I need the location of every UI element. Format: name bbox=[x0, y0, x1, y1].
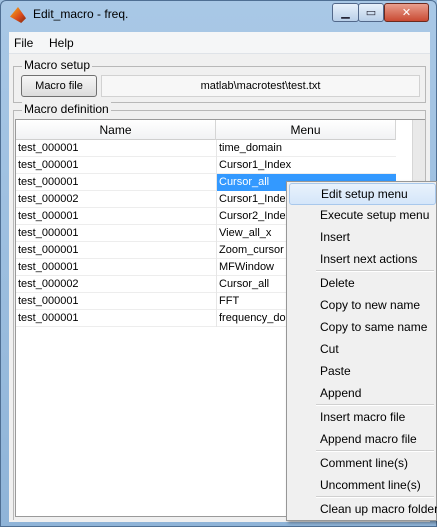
context-menu-cut[interactable]: Cut bbox=[289, 339, 436, 361]
context-menu-insert-macro-file[interactable]: Insert macro file bbox=[289, 407, 436, 429]
context-menu-append[interactable]: Append bbox=[289, 383, 436, 405]
cell-name[interactable]: test_000001 bbox=[18, 142, 216, 154]
menu-help[interactable]: Help bbox=[49, 36, 74, 50]
context-menu-separator bbox=[316, 404, 434, 406]
context-menu-insert[interactable]: Insert bbox=[289, 227, 436, 249]
cell-name[interactable]: test_000002 bbox=[18, 278, 216, 290]
cell-name[interactable]: test_000001 bbox=[18, 312, 216, 324]
macro-definition-legend: Macro definition bbox=[22, 102, 111, 116]
cell-name[interactable]: test_000001 bbox=[18, 295, 216, 307]
title-bar[interactable]: Edit_macro - freq. ▁ ▭ ✕ bbox=[1, 1, 436, 31]
table-row[interactable]: test_000001 time_domain bbox=[16, 140, 396, 157]
cell-menu[interactable]: time_domain bbox=[216, 140, 396, 157]
menu-file[interactable]: File bbox=[14, 36, 33, 50]
maximize-button[interactable]: ▭ bbox=[358, 3, 384, 22]
cell-name[interactable]: test_000001 bbox=[18, 244, 216, 256]
context-menu: Edit setup menu Execute setup menu Insert I… bbox=[286, 181, 437, 521]
context-menu-paste[interactable]: Paste bbox=[289, 361, 436, 383]
context-menu-copy-to-new-name[interactable]: Copy to new name bbox=[289, 295, 436, 317]
column-header-menu[interactable]: Menu bbox=[216, 120, 396, 140]
context-menu-execute-setup-menu[interactable]: Execute setup menu bbox=[289, 205, 436, 227]
table-header: Name Menu bbox=[16, 120, 396, 140]
context-menu-insert-next-actions[interactable]: Insert next actions bbox=[289, 249, 436, 271]
minimize-icon: ▁ bbox=[341, 7, 350, 19]
context-menu-comment-lines[interactable]: Comment line(s) bbox=[289, 453, 436, 475]
cell-name[interactable]: test_000001 bbox=[18, 227, 216, 239]
close-icon: ✕ bbox=[401, 7, 412, 19]
macro-setup-panel: Macro setup Macro file matlab\macrotest\… bbox=[13, 58, 426, 103]
column-header-name[interactable]: Name bbox=[16, 120, 216, 140]
minimize-button[interactable]: ▁ bbox=[332, 3, 359, 22]
maximize-icon: ▭ bbox=[365, 7, 377, 19]
matlab-icon bbox=[10, 7, 26, 23]
table-row[interactable]: test_000001 Cursor1_Index bbox=[16, 157, 396, 174]
context-menu-separator bbox=[316, 270, 434, 272]
macro-file-path: matlab\macrotest\test.txt bbox=[101, 75, 420, 97]
context-menu-separator bbox=[316, 450, 434, 452]
cell-name[interactable]: test_000001 bbox=[18, 261, 216, 273]
context-menu-clean-up-macro-folder[interactable]: Clean up macro folder bbox=[289, 499, 437, 521]
cell-name[interactable]: test_000001 bbox=[18, 159, 216, 171]
menu-bar: File Help bbox=[9, 32, 430, 54]
macro-file-button[interactable]: Macro file bbox=[21, 75, 97, 97]
cell-name[interactable]: test_000001 bbox=[18, 176, 216, 188]
context-menu-edit-setup-menu[interactable]: Edit setup menu bbox=[289, 183, 436, 205]
window-title: Edit_macro - freq. bbox=[33, 7, 129, 21]
context-menu-separator bbox=[316, 496, 434, 498]
context-menu-copy-to-same-name[interactable]: Copy to same name bbox=[289, 317, 436, 339]
context-menu-append-macro-file[interactable]: Append macro file bbox=[289, 429, 436, 451]
macro-setup-legend: Macro setup bbox=[22, 58, 93, 72]
cell-name[interactable]: test_000002 bbox=[18, 193, 216, 205]
cell-name[interactable]: test_000001 bbox=[18, 210, 216, 222]
close-button[interactable]: ✕ bbox=[384, 3, 429, 22]
context-menu-uncomment-lines[interactable]: Uncomment line(s) bbox=[289, 475, 436, 497]
cell-menu[interactable]: Cursor1_Index bbox=[216, 157, 396, 174]
context-menu-delete[interactable]: Delete bbox=[289, 273, 436, 295]
